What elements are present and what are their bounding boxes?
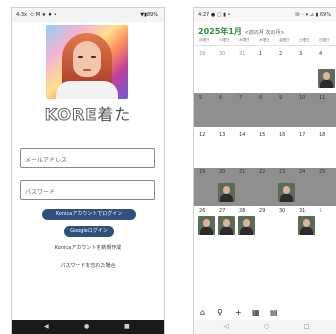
day-cell[interactable]: 12 — [199, 132, 205, 138]
logo-prefix: KORE — [44, 105, 98, 125]
weekday-label: 金曜日 — [279, 38, 290, 42]
day-cell[interactable]: 15 — [259, 132, 265, 138]
status-bar: 4:27 ● ▢ ▮ • ✉ ◦ ▾ ⊿ ▮ 69% — [194, 8, 336, 22]
outfit-photo[interactable] — [318, 69, 335, 88]
weekday-label: 木曜日 — [259, 38, 270, 42]
day-cell[interactable]: 1 — [259, 51, 262, 57]
day-cell[interactable]: 6 — [219, 95, 222, 101]
day-cell[interactable]: 10 — [299, 95, 305, 101]
calendar-header: 2025年1月 <前の月 次の月> — [198, 26, 285, 37]
calendar-icon[interactable]: ▦ — [252, 308, 260, 317]
password-field[interactable]: パスワード — [20, 180, 155, 200]
weekday-label: 土曜日 — [299, 38, 310, 42]
day-cell[interactable]: 31 — [299, 208, 305, 214]
day-cell[interactable]: 5 — [199, 95, 202, 101]
weekday-label: 月曜日 — [199, 38, 210, 42]
day-cell[interactable]: 28 — [239, 208, 245, 214]
bottom-toolbar: ⌂ ⚲ + ▦ ▤ — [194, 305, 336, 320]
calendar-screen: 4:27 ● ▢ ▮ • ✉ ◦ ▾ ⊿ ▮ 69% 2025年1月 <前の月 … — [193, 7, 336, 334]
day-cell[interactable]: 24 — [299, 169, 305, 175]
day-cell[interactable]: 27 — [219, 208, 225, 214]
recent-apps-icon[interactable]: ■ — [124, 323, 130, 330]
home-icon[interactable]: ● — [84, 323, 89, 330]
day-cell[interactable]: 30 — [219, 51, 225, 57]
weekday-label: 日曜日 — [319, 38, 330, 42]
password-placeholder: パスワード — [25, 189, 56, 196]
register-link[interactable]: Konicaアカウントを新規作成 — [12, 244, 164, 251]
logo-suffix: 着た — [97, 105, 132, 124]
day-cell[interactable]: 14 — [239, 132, 245, 138]
day-cell[interactable]: 9 — [279, 95, 282, 101]
day-cell[interactable]: 30 — [279, 208, 285, 214]
konica-login-button[interactable]: Konicaアカウントでログイン — [42, 209, 136, 220]
day-cell[interactable]: 20 — [219, 169, 225, 175]
outfit-photo[interactable] — [298, 216, 315, 235]
day-cell[interactable]: 17 — [299, 132, 305, 138]
home-icon[interactable]: ○ — [264, 323, 269, 330]
status-bar: 4:3x ⊂ M ★ ♦ • ▼▮89% — [12, 8, 164, 22]
weekday-label: 火曜日 — [219, 38, 230, 42]
outfit-photo[interactable] — [218, 183, 235, 202]
back-icon[interactable]: ◁ — [224, 323, 229, 330]
day-cell[interactable]: 8 — [259, 95, 262, 101]
status-icons: ⊂ M ★ ♦ • — [30, 12, 57, 18]
home-icon[interactable]: ⌂ — [200, 308, 205, 317]
google-login-button[interactable]: Googleログイン — [64, 226, 114, 237]
outfit-photo[interactable] — [238, 216, 255, 235]
day-cell[interactable]: 3 — [299, 51, 302, 57]
month-navigation[interactable]: <前の月 次の月> — [245, 30, 285, 36]
day-cell[interactable]: 2 — [279, 51, 282, 57]
day-cell[interactable]: 25 — [319, 169, 325, 175]
outfit-photo[interactable] — [278, 183, 295, 202]
day-cell[interactable]: 21 — [239, 169, 245, 175]
status-time: 4:3x — [16, 12, 28, 18]
login-screen: 4:3x ⊂ M ★ ♦ • ▼▮89% KORE着た メールアドレス パスワー… — [11, 7, 165, 334]
day-cell[interactable]: 13 — [219, 132, 225, 138]
day-cell[interactable]: 7 — [239, 95, 242, 101]
divider — [194, 45, 336, 46]
back-icon[interactable]: ◀ — [44, 323, 49, 330]
day-cell[interactable]: 16 — [279, 132, 285, 138]
email-placeholder: メールアドレス — [25, 157, 68, 164]
day-cell[interactable]: 29 — [259, 208, 265, 214]
outfit-photo[interactable] — [218, 216, 235, 235]
navigation-bar: ◁ ○ □ — [194, 320, 336, 334]
outfit-photo[interactable] — [198, 216, 215, 235]
hero-image — [46, 25, 128, 99]
battery-indicator: ✉ ◦ ▾ ⊿ ▮ 69% — [295, 12, 331, 18]
search-icon[interactable]: ⚲ — [217, 308, 223, 317]
day-cell[interactable]: 22 — [259, 169, 265, 175]
battery-indicator: ▼▮89% — [140, 12, 158, 18]
day-cell[interactable]: 26 — [199, 208, 205, 214]
day-cell[interactable]: 1 — [319, 208, 322, 214]
weekday-label: 水曜日 — [239, 38, 250, 42]
add-icon[interactable]: + — [235, 308, 242, 317]
day-cell[interactable]: 11 — [319, 95, 325, 101]
list-icon[interactable]: ▤ — [270, 308, 278, 317]
month-title: 2025年1月 — [198, 27, 242, 36]
day-cell[interactable]: 4 — [319, 51, 322, 57]
forgot-password-link[interactable]: パスワードを忘れた場合 — [12, 262, 164, 269]
recent-apps-icon[interactable]: □ — [304, 323, 310, 330]
week-row-highlight — [194, 93, 336, 127]
navigation-bar: ◀ ● ■ — [12, 320, 164, 334]
day-cell[interactable]: 31 — [239, 51, 245, 57]
app-logo: KORE着た — [12, 101, 164, 125]
day-cell[interactable]: 18 — [319, 132, 325, 138]
status-time: 4:27 ● ▢ ▮ • — [198, 12, 231, 18]
day-cell[interactable]: 29 — [199, 51, 205, 57]
email-field[interactable]: メールアドレス — [20, 148, 155, 168]
day-cell[interactable]: 23 — [279, 169, 285, 175]
day-cell[interactable]: 19 — [199, 169, 205, 175]
